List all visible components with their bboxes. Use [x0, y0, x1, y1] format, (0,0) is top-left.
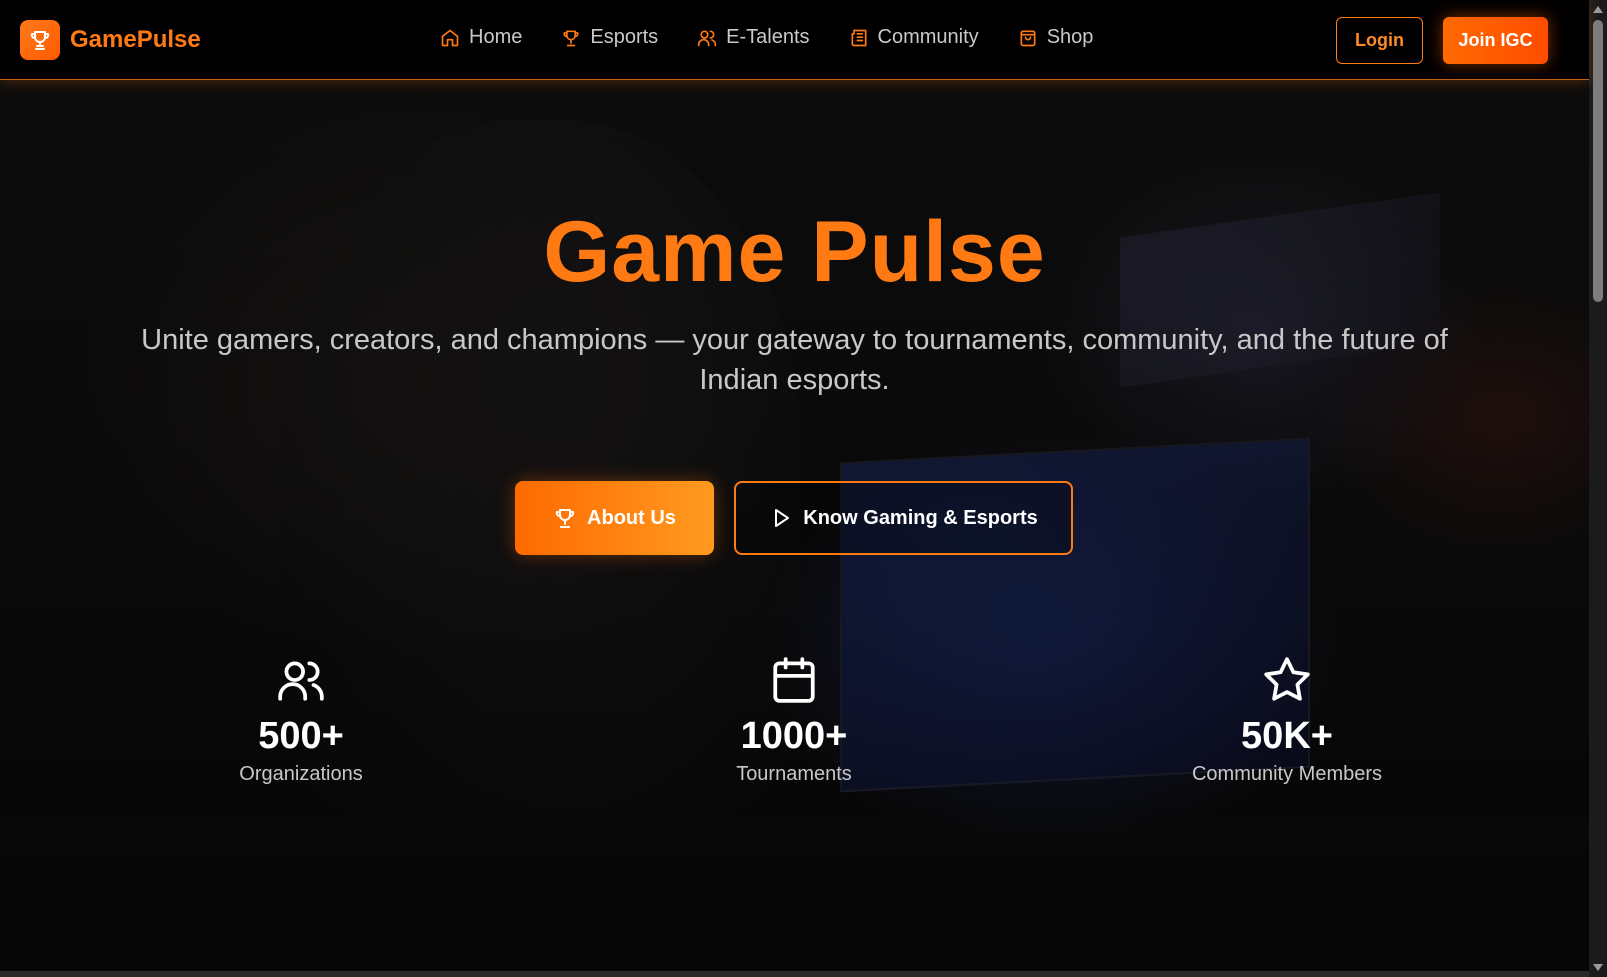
vertical-scrollbar[interactable] — [1589, 0, 1607, 977]
nav-item-etalents[interactable]: E-Talents — [697, 26, 810, 49]
newspaper-icon — [849, 28, 869, 48]
hero-title: Game Pulse — [543, 204, 1046, 300]
nav-item-label: E-Talents — [726, 26, 810, 48]
nav-item-label: Shop — [1046, 26, 1094, 48]
main-navigation: Home Esports E-Talents Community Shop — [440, 26, 1132, 49]
stat-community-members: 50K+ Community Members — [1157, 655, 1417, 786]
nav-item-shop[interactable]: Shop — [1018, 26, 1094, 49]
trophy-icon — [561, 28, 581, 48]
nav-item-community[interactable]: Community — [849, 26, 979, 49]
shopping-bag-icon — [1018, 28, 1038, 48]
nav-item-home[interactable]: Home — [440, 26, 522, 49]
nav-item-esports[interactable]: Esports — [561, 26, 658, 49]
users-icon — [171, 655, 431, 705]
login-button[interactable]: Login — [1336, 17, 1423, 64]
about-us-label: About Us — [587, 506, 676, 529]
hero-subtitle: Unite gamers, creators, and champions — … — [141, 324, 1448, 396]
stat-value: 500+ — [258, 715, 344, 757]
stat-value: 50K+ — [1241, 715, 1333, 757]
nav-item-label: Esports — [590, 26, 659, 48]
nav-item-label: Community — [877, 26, 979, 48]
about-us-button[interactable]: About Us — [515, 481, 714, 555]
scroll-down-arrow-icon[interactable] — [1593, 964, 1603, 971]
join-igc-button[interactable]: Join IGC — [1443, 17, 1548, 64]
stat-label: Organizations — [239, 763, 363, 785]
trophy-icon — [553, 506, 577, 530]
stat-label: Tournaments — [736, 763, 852, 785]
scrollbar-thumb[interactable] — [1593, 20, 1603, 302]
stat-value: 1000+ — [740, 715, 848, 757]
play-icon — [769, 506, 793, 530]
calendar-icon — [664, 655, 924, 705]
stat-tournaments: 1000+ Tournaments — [664, 655, 924, 786]
trophy-icon — [20, 20, 60, 60]
star-icon — [1157, 655, 1417, 705]
stat-organizations: 500+ Organizations — [171, 655, 431, 786]
brand-name: GamePulse — [70, 26, 201, 53]
stat-label: Community Members — [1191, 763, 1383, 785]
brand-logo-link[interactable]: GamePulse — [20, 20, 201, 60]
know-gaming-esports-button[interactable]: Know Gaming & Esports — [734, 481, 1073, 555]
nav-item-label: Home — [469, 26, 523, 48]
scroll-up-arrow-icon[interactable] — [1593, 6, 1603, 13]
top-navbar: GamePulse Home Esports E-Talents Communi… — [0, 0, 1589, 80]
users-icon — [697, 28, 717, 48]
page-bottom-edge — [0, 971, 1589, 977]
know-gaming-esports-label: Know Gaming & Esports — [803, 506, 1038, 529]
home-icon — [440, 28, 460, 48]
